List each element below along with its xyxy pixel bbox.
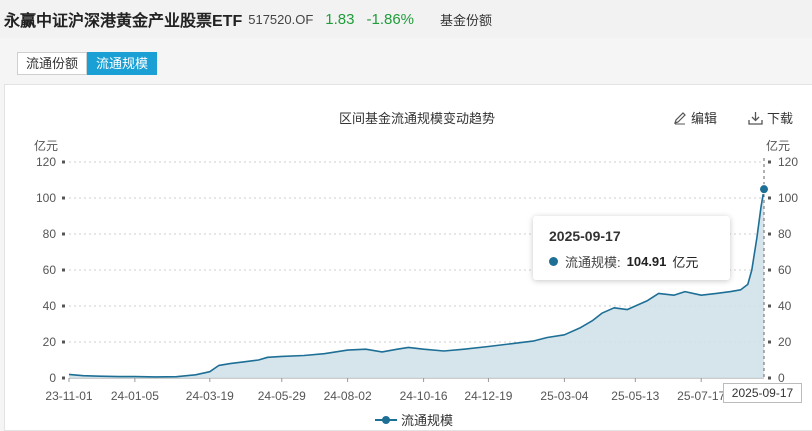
y-tick-label-right: 100 xyxy=(778,191,798,205)
y-tick-label-right: 20 xyxy=(778,335,792,349)
y-tick-label-right: 40 xyxy=(778,299,792,313)
y-tick-label-left: 80 xyxy=(43,227,57,241)
x-tick-label: 24-05-29 xyxy=(258,389,306,403)
download-label: 下载 xyxy=(767,111,794,126)
x-tick-label: 25-07-17 xyxy=(677,389,725,403)
left-axis-tick xyxy=(62,232,65,236)
y-tick-label-left: 0 xyxy=(49,371,56,385)
legend-label: 流通规模 xyxy=(401,413,454,428)
edit-button[interactable]: 编辑 xyxy=(673,108,717,127)
edit-label: 编辑 xyxy=(691,111,718,126)
right-axis-tick xyxy=(768,160,771,164)
y-axis-unit-left: 亿元 xyxy=(34,138,58,153)
x-tick-label: 25-03-04 xyxy=(540,389,588,403)
tooltip-date: 2025-09-17 xyxy=(549,228,621,244)
x-tick-label: 24-03-19 xyxy=(186,389,234,403)
left-axis-tick xyxy=(62,376,65,380)
download-button[interactable]: 下载 xyxy=(748,108,793,127)
y-tick-label-left: 20 xyxy=(43,335,57,349)
tooltip-value: 104.91 xyxy=(626,254,667,269)
series-dot-icon xyxy=(549,257,558,266)
left-axis-tick xyxy=(62,304,65,308)
left-axis-tick xyxy=(62,196,65,200)
hover-date-label: 2025-09-17 xyxy=(723,383,802,403)
left-axis-tick xyxy=(62,340,65,344)
y-axis-unit-right: 亿元 xyxy=(766,138,790,153)
right-axis-tick xyxy=(768,232,771,236)
pencil-icon xyxy=(674,111,686,124)
right-axis-tick xyxy=(768,304,771,308)
left-axis-tick xyxy=(62,160,65,164)
legend-marker-icon xyxy=(375,415,397,424)
x-tick-label: 24-01-05 xyxy=(111,389,159,403)
hover-point xyxy=(759,184,769,195)
y-tick-label-right: 80 xyxy=(778,227,792,241)
x-tick-label: 24-08-02 xyxy=(324,389,372,403)
x-tick-label: 25-05-13 xyxy=(611,389,659,403)
right-axis-tick xyxy=(768,196,771,200)
chart-tooltip: 2025-09-17 流通规模: 104.91 亿元 xyxy=(533,216,730,280)
tooltip-unit: 亿元 xyxy=(672,255,699,270)
tooltip-series-name: 流通规模: xyxy=(565,255,621,270)
x-tick-label: 23-11-01 xyxy=(45,389,92,403)
y-tick-label-right: 60 xyxy=(778,263,792,277)
tooltip-row: 流通规模: 104.91 亿元 xyxy=(549,252,698,271)
right-axis-tick xyxy=(768,376,771,380)
y-tick-label-left: 40 xyxy=(43,299,57,313)
chart-legend[interactable]: 流通规模 xyxy=(375,410,453,429)
x-tick-label: 24-12-19 xyxy=(464,389,512,403)
right-axis-tick xyxy=(768,340,771,344)
left-axis-tick xyxy=(62,268,65,272)
y-tick-label-right: 120 xyxy=(778,155,798,169)
right-axis-tick xyxy=(768,268,771,272)
y-tick-label-left: 100 xyxy=(36,191,56,205)
download-icon xyxy=(748,111,763,125)
x-tick-label: 24-10-16 xyxy=(400,389,448,403)
y-tick-label-left: 120 xyxy=(36,155,56,169)
y-tick-label-left: 60 xyxy=(43,263,57,277)
